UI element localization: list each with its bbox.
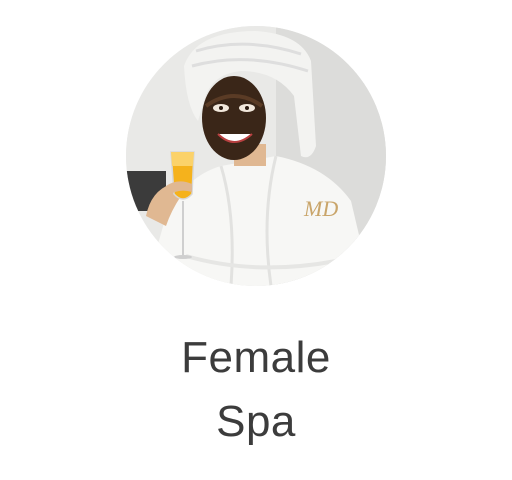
category-label-line1[interactable]: Female [0,330,512,386]
spa-woman-image-icon: MD [126,26,386,286]
female-spa-image[interactable]: MD [126,26,386,286]
female-spa-category-card[interactable]: MD Female Spa [0,0,512,480]
category-label-line2[interactable]: Spa [0,394,512,450]
robe-monogram: MD [303,196,338,221]
